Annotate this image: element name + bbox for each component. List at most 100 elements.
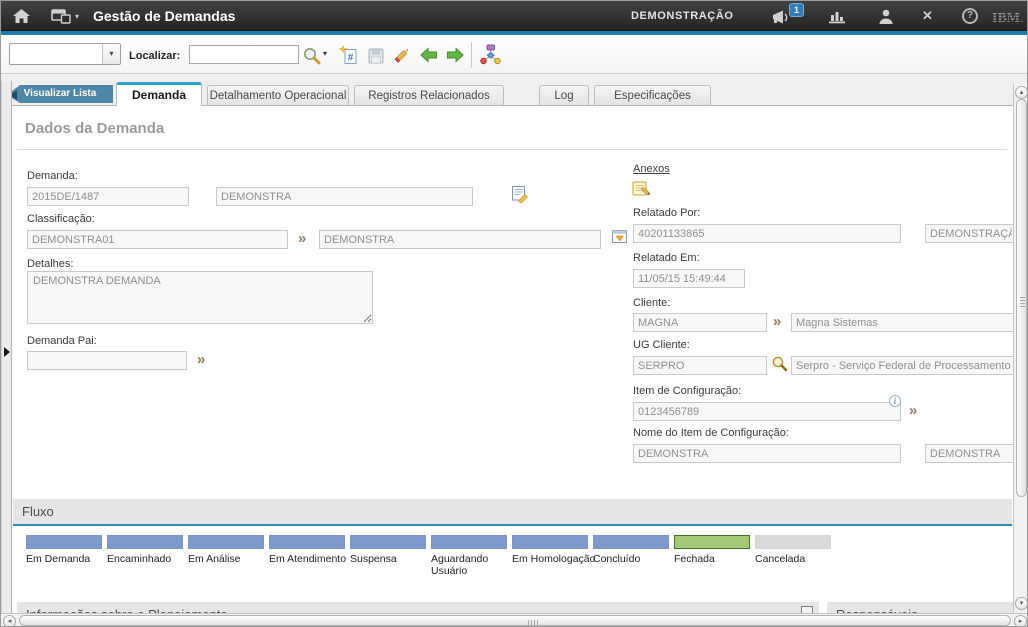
relatado-por-label: Relatado Por:: [633, 207, 700, 219]
fluxo-state-label: Encaminhado: [107, 553, 171, 565]
save-record-icon[interactable]: [364, 44, 388, 68]
environment-label: DEMONSTRAÇÃO: [631, 10, 734, 22]
scrollbar-grip: [1020, 296, 1025, 307]
tab-log[interactable]: Log: [539, 85, 589, 106]
workflow-icon[interactable]: [478, 42, 502, 66]
fluxo-state-bar: [188, 535, 264, 549]
goto-caret-icon[interactable]: ▾: [75, 12, 79, 21]
signout-close-icon[interactable]: ✕: [922, 8, 933, 24]
section-divider: [17, 149, 1007, 150]
relatado-por-description-field[interactable]: [925, 224, 1013, 243]
previous-record-icon[interactable]: [417, 43, 441, 67]
next-record-icon[interactable]: [443, 43, 467, 67]
demanda-pai-field[interactable]: [27, 351, 187, 370]
tab-demanda[interactable]: Demanda: [116, 82, 202, 106]
nome-item-configuracao-field[interactable]: [633, 444, 901, 463]
application-window: ▾ Gestão de Demandas DEMONSTRAÇÃO 1 ✕ ? …: [0, 0, 1028, 627]
item-configuracao-field[interactable]: [633, 402, 901, 421]
cliente-description-field[interactable]: [791, 313, 1013, 332]
page-title: Dados da Demanda: [25, 120, 164, 137]
fluxo-title: Fluxo: [22, 504, 54, 519]
app-header-bar: ▾ Gestão de Demandas DEMONSTRAÇÃO 1 ✕ ? …: [1, 1, 1028, 31]
visualizar-lista-button[interactable]: Visualizar Lista: [7, 85, 113, 103]
tab-especificacoes[interactable]: Especificações: [594, 85, 711, 106]
demanda-pai-detail-chevron-icon[interactable]: »: [197, 352, 205, 367]
search-input[interactable]: [189, 45, 299, 64]
reports-chart-icon[interactable]: [828, 10, 846, 29]
minimize-section-icon[interactable]: [801, 606, 813, 613]
fluxo-state-label: Aguardando Usuário: [431, 553, 495, 577]
relatado-em-field[interactable]: [633, 269, 745, 288]
profile-person-icon[interactable]: [878, 9, 894, 29]
horizontal-scrollbar[interactable]: ◂ ▸: [1, 613, 1028, 627]
demanda-pai-label: Demanda Pai:: [27, 335, 97, 347]
scrollbar-grip: [528, 620, 540, 625]
planejamento-section-header: Informações sobre o Planejamento: [17, 602, 819, 613]
fluxo-state-label: Fechada: [674, 553, 715, 565]
info-icon[interactable]: i: [889, 395, 901, 407]
fluxo-state-label: Em Homologação: [512, 553, 595, 565]
announcement-icon[interactable]: [771, 9, 791, 30]
cliente-detail-chevron-icon[interactable]: »: [773, 314, 781, 329]
goto-apps-icon[interactable]: [51, 9, 71, 29]
fluxo-state-bar: [107, 535, 183, 549]
fluxo-state-bar: [755, 535, 831, 549]
long-description-icon[interactable]: [511, 185, 529, 208]
attachments-icon[interactable]: [631, 179, 653, 204]
nome-item-configuracao-description-field[interactable]: [925, 444, 1013, 463]
clear-changes-icon[interactable]: [391, 42, 415, 66]
demanda-label: Demanda:: [27, 170, 78, 182]
scroll-left-icon[interactable]: ◂: [3, 615, 16, 627]
scroll-right-icon[interactable]: ▸: [1014, 615, 1027, 627]
record-selector[interactable]: ▾: [9, 43, 121, 65]
fluxo-state-bar: [26, 535, 102, 549]
fluxo-state-bar: [431, 535, 507, 549]
classificacao-field[interactable]: [27, 230, 288, 249]
vertical-scrollbar[interactable]: ▴ ▾: [1013, 83, 1028, 613]
horizontal-scrollbar-thumb[interactable]: [19, 615, 1011, 626]
demanda-description-field[interactable]: [216, 187, 473, 206]
ug-cliente-field[interactable]: [633, 356, 767, 375]
scroll-up-icon[interactable]: ▴: [1015, 86, 1028, 99]
notification-badge[interactable]: 1: [789, 3, 804, 17]
svg-text:IBM.: IBM.: [992, 11, 1024, 24]
vertical-scrollbar-thumb[interactable]: [1016, 99, 1027, 497]
detalhes-label: Detalhes:: [27, 258, 73, 270]
chevron-down-icon[interactable]: ▾: [102, 44, 120, 64]
fluxo-state-label: Em Análise: [188, 553, 241, 565]
fluxo-state-label: Cancelada: [755, 553, 805, 565]
detalhes-textarea[interactable]: DEMONSTRA DEMANDA: [27, 271, 373, 324]
search-icon[interactable]: [299, 43, 323, 67]
classificacao-select-value-icon[interactable]: [611, 228, 629, 251]
fluxo-state-label: Concluído: [593, 553, 640, 565]
fluxo-state-bar: [269, 535, 345, 549]
home-icon[interactable]: [13, 9, 30, 29]
record-toolbar: ▾ Localizar: ▾ #: [1, 35, 1028, 74]
relatado-por-field[interactable]: [633, 224, 901, 243]
scroll-down-icon[interactable]: ▾: [1015, 597, 1028, 610]
help-icon[interactable]: ?: [962, 8, 978, 24]
relatado-em-label: Relatado Em:: [633, 252, 700, 264]
ibm-logo: IBM.: [992, 10, 1026, 29]
side-panel-splitter[interactable]: [1, 81, 12, 613]
search-options-caret-icon[interactable]: ▾: [323, 49, 327, 58]
fluxo-state-bar: [674, 535, 750, 549]
anexos-link[interactable]: Anexos: [633, 163, 670, 175]
fluxo-state-bar: [512, 535, 588, 549]
cliente-field[interactable]: [633, 313, 767, 332]
new-record-icon[interactable]: #: [337, 43, 361, 67]
fluxo-section-header: Fluxo: [13, 499, 1012, 526]
ug-cliente-lookup-magnifier-icon[interactable]: [771, 355, 788, 377]
tab-registros-relacionados[interactable]: Registros Relacionados: [354, 85, 504, 106]
ug-cliente-label: UG Cliente:: [633, 339, 690, 351]
expand-panel-arrow-icon[interactable]: [4, 347, 10, 357]
fluxo-state-label: Em Demanda: [26, 553, 90, 565]
item-configuracao-detail-chevron-icon[interactable]: »: [909, 403, 917, 418]
demanda-tab-content: Dados da Demanda Demanda: Classificação:…: [12, 105, 1013, 613]
ug-cliente-description-field[interactable]: [791, 356, 1013, 375]
tab-detalhamento-operacional[interactable]: Detalhamento Operacional: [207, 85, 349, 106]
visualizar-lista-label: Visualizar Lista: [24, 88, 97, 99]
classificacao-detail-chevron-icon[interactable]: »: [298, 231, 306, 246]
classificacao-description-field[interactable]: [319, 230, 601, 249]
demanda-field[interactable]: [27, 187, 189, 206]
